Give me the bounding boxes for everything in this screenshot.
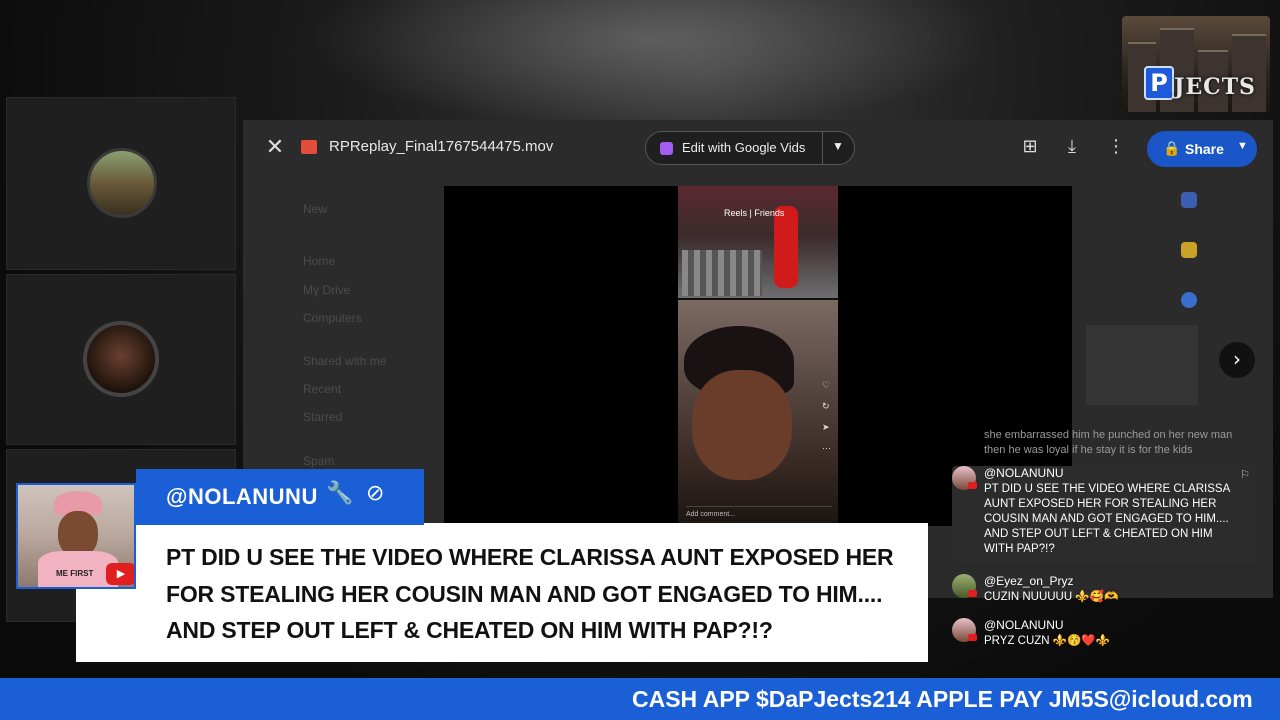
speaker-face (692, 370, 792, 480)
chat-message-highlighted[interactable]: @NOLANUNU PT DID U SEE THE VIDEO WHERE C… (952, 466, 1258, 562)
pfp-shirt-text: ME FIRST (56, 569, 94, 578)
featured-comment-text: PT DID U SEE THE VIDEO WHERE CLARISSA AU… (166, 544, 894, 643)
phone-screen-recording: Reels | Friends ♡ ↻ ➤ ⋯ Add comment... (678, 186, 838, 526)
channel-logo: P JECTS (1122, 16, 1270, 112)
person-in-red (774, 206, 798, 288)
drive-nav-starred: Starred (303, 410, 343, 424)
youtube-badge-icon (968, 482, 977, 489)
youtube-badge-icon (968, 590, 977, 597)
file-name: RPReplay_Final1767544475.mov (329, 138, 554, 155)
edit-with-google-vids-button[interactable]: Edit with Google Vids ▼ (645, 131, 855, 165)
featured-profile-picture: ME FIRST ▶ (16, 483, 136, 589)
flag-icon[interactable]: ⚐ (1240, 468, 1250, 481)
participant-tile[interactable] (6, 274, 236, 445)
logo-building (1232, 34, 1266, 112)
keep-icon[interactable] (1181, 242, 1197, 258)
close-icon[interactable]: ✕ (263, 136, 287, 160)
next-file-button[interactable]: › (1219, 342, 1255, 378)
button-divider (822, 132, 823, 164)
drive-nav-spam: Spam (303, 454, 335, 468)
clothing-rack (682, 250, 762, 296)
chat-message-text: CUZIN NUUUUU ⚜️🥰🫶 (984, 591, 1119, 603)
download-icon[interactable]: ⤓ (1061, 136, 1083, 158)
youtube-badge-icon (968, 634, 977, 641)
block-icon: ⊘ (366, 481, 385, 506)
video-file-icon (301, 140, 317, 154)
reels-tabs: Reels | Friends (724, 208, 785, 218)
chat-username: @NOLANUNU (984, 466, 1064, 480)
chat-message-text: PRYZ CUZN ⚜️😚❤️⚜️ (984, 635, 1111, 647)
donation-ticker: CASH APP $DaPJects214 APPLE PAY JM5S@icl… (0, 678, 1280, 720)
drive-new-button: New (303, 202, 328, 216)
calendar-icon[interactable] (1181, 192, 1197, 208)
drive-nav-computers: Computers (303, 311, 362, 325)
drive-nav-recent: Recent (303, 382, 342, 396)
drive-nav-home: Home (303, 254, 336, 268)
add-comment-field: Add comment... (686, 506, 832, 522)
featured-comment-card: PT DID U SEE THE VIDEO WHERE CLARISSA AU… (76, 523, 928, 662)
chat-username: @NOLANUNU (984, 618, 1064, 632)
participant-avatar (87, 148, 157, 218)
viewer-toolbar: ✕ RPReplay_Final1767544475.mov Edit with… (243, 120, 1273, 176)
youtube-logo-icon: ▶ (106, 563, 134, 585)
more-options-icon[interactable]: ⋮ (1105, 136, 1127, 158)
ticker-text: CASH APP $DaPJects214 APPLE PAY JM5S@icl… (632, 686, 1253, 712)
share-label: Share (1185, 141, 1224, 157)
smoke-background (300, 0, 1000, 130)
reels-video-bottom: ♡ ↻ ➤ ⋯ Add comment... (678, 300, 838, 526)
featured-username: @NOLANUNU (166, 484, 318, 509)
add-to-drive-icon[interactable]: ⊞ (1019, 136, 1041, 158)
mini-player-preview (1086, 325, 1198, 405)
chat-message[interactable]: @Eyez_on_Pryz CUZIN NUUUUU ⚜️🥰🫶 (952, 574, 1258, 608)
chevron-down-icon[interactable]: ▼ (1237, 140, 1248, 152)
drive-nav-my-drive: My Drive (303, 283, 351, 297)
contacts-icon[interactable] (1181, 292, 1197, 308)
logo-p-badge: P (1144, 66, 1174, 100)
lock-icon: 🔒 (1163, 140, 1181, 156)
logo-wordmark: JECTS (1174, 74, 1256, 100)
participant-avatar (83, 321, 159, 397)
chat-message-text: PT DID U SEE THE VIDEO WHERE CLARISSA AU… (984, 483, 1230, 555)
participant-tile[interactable] (6, 97, 236, 270)
wrench-icon: 🔧 (326, 481, 354, 506)
chat-message[interactable]: @NOLANUNU PRYZ CUZN ⚜️😚❤️⚜️ (952, 618, 1258, 652)
featured-username-banner: @NOLANUNU 🔧 ⊘ (136, 469, 424, 525)
chat-username: @Eyez_on_Pryz (984, 574, 1074, 588)
google-vids-icon (660, 142, 673, 155)
reels-side-actions: ♡ ↻ ➤ ⋯ (822, 380, 831, 453)
reels-video-top: Reels | Friends (678, 186, 838, 298)
edit-button-label: Edit with Google Vids (682, 140, 806, 155)
drive-nav-shared: Shared with me (303, 354, 387, 368)
share-button[interactable]: 🔒 Share ▼ (1147, 131, 1257, 167)
chevron-down-icon[interactable]: ▼ (832, 139, 844, 153)
chat-faded-message: she embarrassed him he punched on her ne… (984, 429, 1233, 456)
